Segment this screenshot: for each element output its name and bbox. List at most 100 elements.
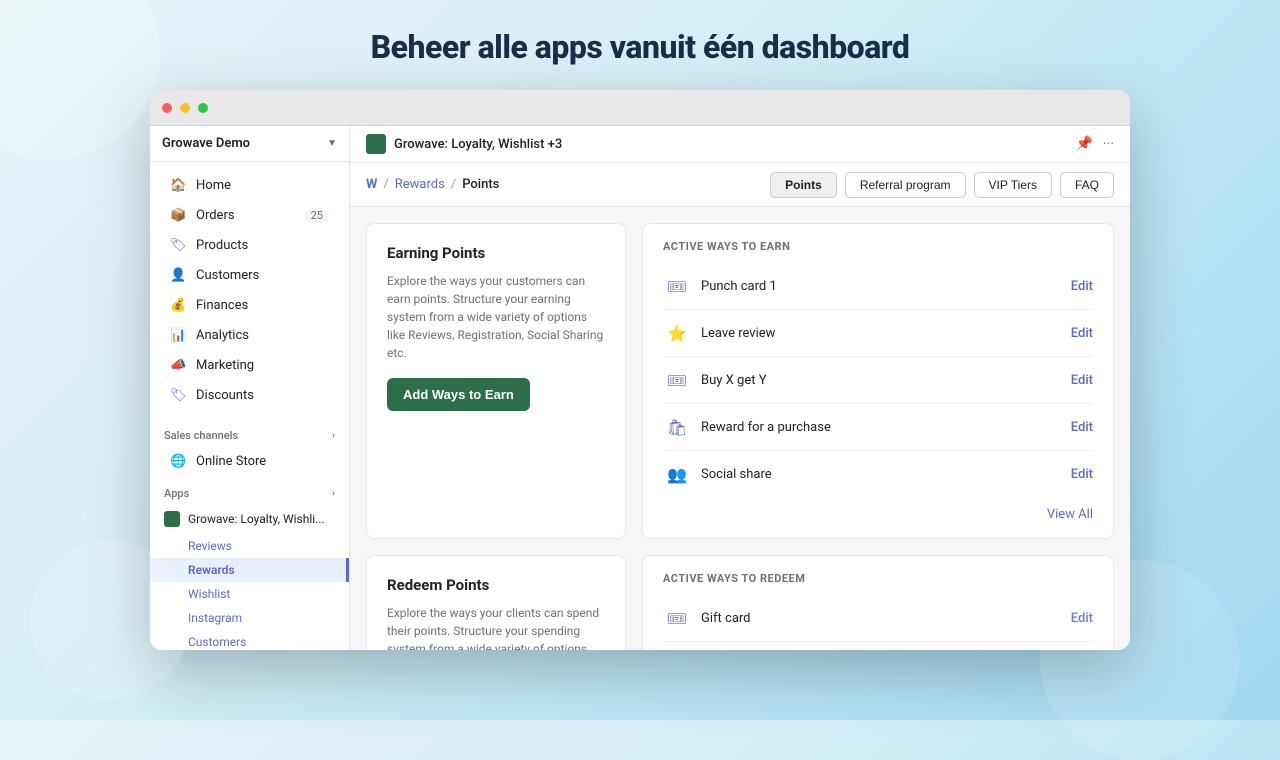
deco-circle-tl bbox=[0, 0, 160, 160]
sales-channels-section: Sales channels › bbox=[150, 419, 349, 446]
sidebar-item-online-store-label: Online Store bbox=[196, 454, 266, 469]
app-header-left: Growave: Loyalty, Wishlist +3 bbox=[366, 134, 562, 154]
earn-way-item-leave-review: ⭐ Leave review Edit bbox=[663, 310, 1093, 357]
earn-edit-link-leave-review[interactable]: Edit bbox=[1071, 326, 1093, 341]
app-header-title: Growave: Loyalty, Wishlist +3 bbox=[394, 137, 562, 152]
marketing-icon: 📣 bbox=[170, 358, 186, 373]
view-all-earn-anchor[interactable]: View All bbox=[1047, 507, 1093, 522]
earn-way-icon-buy-x-get-y: 🎟 bbox=[663, 366, 691, 394]
tab-vip[interactable]: VIP Tiers bbox=[974, 172, 1052, 198]
sidebar-item-home-label: Home bbox=[196, 178, 231, 193]
view-all-earn-link: View All bbox=[663, 497, 1093, 522]
app-header-bar: Growave: Loyalty, Wishlist +3 📌 ··· bbox=[350, 126, 1130, 163]
earn-way-icon-punch-card: 🎟 bbox=[663, 272, 691, 300]
discounts-icon: 🏷 bbox=[170, 388, 186, 403]
more-options-icon[interactable]: ··· bbox=[1103, 136, 1114, 152]
reviews-sub-label: Reviews bbox=[188, 539, 232, 553]
app-header-icons: 📌 ··· bbox=[1076, 136, 1114, 152]
customers-icon: 👤 bbox=[170, 268, 186, 283]
sidebar-nav: 🏠 Home 📦 Orders 25 🏷 Products 👤 Customer… bbox=[150, 162, 349, 419]
sales-channels-expand-icon[interactable]: › bbox=[332, 430, 335, 441]
sidebar-item-discounts-label: Discounts bbox=[196, 388, 254, 403]
add-ways-to-earn-button[interactable]: Add Ways to Earn bbox=[387, 378, 530, 411]
content-scroll: Earning Points Explore the ways your cus… bbox=[350, 207, 1130, 650]
sidebar-item-marketing[interactable]: 📣 Marketing bbox=[156, 351, 343, 380]
active-redeem-heading: ACTIVE WAYS TO REDEEM bbox=[663, 572, 1093, 585]
browser-dot-green[interactable] bbox=[198, 103, 208, 113]
redeem-description: Explore the ways your clients can spend … bbox=[387, 604, 605, 650]
growave-app-label: Growave: Loyalty, Wishli... bbox=[188, 512, 325, 526]
browser-dot-yellow[interactable] bbox=[180, 103, 190, 113]
redeem-heading: Redeem Points bbox=[387, 576, 605, 594]
sidebar-item-home[interactable]: 🏠 Home bbox=[156, 171, 343, 200]
finances-icon: 💰 bbox=[170, 298, 186, 313]
redeem-way-label-gift-card: Gift card bbox=[701, 611, 1061, 626]
earn-way-icon-leave-review: ⭐ bbox=[663, 319, 691, 347]
home-icon: 🏠 bbox=[170, 178, 186, 193]
earn-way-item-buy-x-get-y: 🎟 Buy X get Y Edit bbox=[663, 357, 1093, 404]
browser-topbar bbox=[150, 90, 1130, 126]
sidebar-item-finances[interactable]: 💰 Finances bbox=[156, 291, 343, 320]
active-earn-heading: ACTIVE WAYS TO EARN bbox=[663, 240, 1093, 253]
earn-way-item-punch-card: 🎟 Punch card 1 Edit bbox=[663, 263, 1093, 310]
redeem-way-item-gift-card: 🎟 Gift card Edit bbox=[663, 595, 1093, 642]
app-logo bbox=[366, 134, 386, 154]
earn-way-icon-reward-purchase: 🛍 bbox=[663, 413, 691, 441]
earn-edit-link-punch-card[interactable]: Edit bbox=[1071, 279, 1093, 294]
sidebar-item-orders[interactable]: 📦 Orders 25 bbox=[156, 201, 343, 230]
redeem-card-row: Redeem Points Explore the ways your clie… bbox=[366, 555, 1114, 650]
browser-dot-red[interactable] bbox=[162, 103, 172, 113]
redeem-left-card: Redeem Points Explore the ways your clie… bbox=[366, 555, 626, 650]
online-store-icon: 🌐 bbox=[170, 454, 186, 469]
breadcrumb-current: Points bbox=[462, 177, 499, 192]
sidebar-item-online-store[interactable]: 🌐 Online Store bbox=[156, 447, 343, 476]
deco-circle-br bbox=[1040, 560, 1240, 760]
breadcrumb-tabs-bar: W / Rewards / Points Points Referral pro… bbox=[350, 163, 1130, 207]
sidebar-item-customers[interactable]: 👤 Customers bbox=[156, 261, 343, 290]
growave-app-item[interactable]: Growave: Loyalty, Wishli... bbox=[150, 504, 349, 534]
wishlist-sub-label: Wishlist bbox=[188, 587, 230, 601]
sidebar-item-analytics-label: Analytics bbox=[196, 328, 249, 343]
sidebar-item-analytics[interactable]: 📊 Analytics bbox=[156, 321, 343, 350]
redeem-way-item-15off: 🏷 $15off Edit bbox=[663, 642, 1093, 650]
growave-app-icon bbox=[164, 511, 180, 527]
redeem-way-icon-gift-card: 🎟 bbox=[663, 604, 691, 632]
sidebar-item-discounts[interactable]: 🏷 Discounts bbox=[156, 381, 343, 410]
orders-icon: 📦 bbox=[170, 208, 186, 223]
instagram-sub-label: Instagram bbox=[188, 611, 242, 625]
earn-way-item-social-share: 👥 Social share Edit bbox=[663, 451, 1093, 497]
pin-icon[interactable]: 📌 bbox=[1076, 136, 1093, 152]
earn-edit-link-reward-purchase[interactable]: Edit bbox=[1071, 420, 1093, 435]
store-selector[interactable]: Growave Demo ▼ bbox=[150, 126, 349, 162]
sidebar-sub-reviews[interactable]: Reviews bbox=[150, 534, 349, 558]
tab-faq[interactable]: FAQ bbox=[1060, 172, 1114, 198]
browser-window: Growave Demo ▼ 🏠 Home 📦 Orders 25 🏷 Prod… bbox=[150, 90, 1130, 650]
breadcrumb-rewards[interactable]: Rewards bbox=[395, 177, 445, 192]
chevron-down-icon: ▼ bbox=[327, 138, 337, 149]
earn-card-row: Earning Points Explore the ways your cus… bbox=[366, 223, 1114, 539]
analytics-icon: 📊 bbox=[170, 328, 186, 343]
earn-heading: Earning Points bbox=[387, 244, 605, 262]
breadcrumb-home-icon[interactable]: W bbox=[366, 177, 377, 192]
tab-referral[interactable]: Referral program bbox=[845, 172, 966, 198]
earn-edit-link-social-share[interactable]: Edit bbox=[1071, 467, 1093, 482]
earn-way-label-buy-x-get-y: Buy X get Y bbox=[701, 373, 1061, 388]
main-content: Growave: Loyalty, Wishlist +3 📌 ··· W / … bbox=[350, 126, 1130, 650]
apps-label: Apps bbox=[164, 487, 189, 500]
breadcrumb-sep-1: / bbox=[383, 177, 388, 192]
app-wrapper: Growave Demo ▼ 🏠 Home 📦 Orders 25 🏷 Prod… bbox=[150, 126, 1130, 650]
sidebar-sub-rewards[interactable]: Rewards bbox=[150, 558, 349, 582]
earn-way-label-punch-card: Punch card 1 bbox=[701, 279, 1061, 294]
apps-expand-icon[interactable]: › bbox=[332, 488, 335, 499]
tab-points[interactable]: Points bbox=[770, 172, 837, 198]
page-hero-title: Beheer alle apps vanuit één dashboard bbox=[371, 28, 910, 66]
earn-edit-link-buy-x-get-y[interactable]: Edit bbox=[1071, 373, 1093, 388]
sidebar-item-marketing-label: Marketing bbox=[196, 358, 254, 373]
orders-badge: 25 bbox=[305, 208, 329, 223]
earn-left-card: Earning Points Explore the ways your cus… bbox=[366, 223, 626, 539]
deco-circle-bl bbox=[30, 540, 190, 700]
earn-way-label-reward-purchase: Reward for a purchase bbox=[701, 420, 1061, 435]
sidebar-item-finances-label: Finances bbox=[196, 298, 248, 313]
earn-description: Explore the ways your customers can earn… bbox=[387, 272, 605, 362]
sidebar-item-products[interactable]: 🏷 Products bbox=[156, 231, 343, 260]
